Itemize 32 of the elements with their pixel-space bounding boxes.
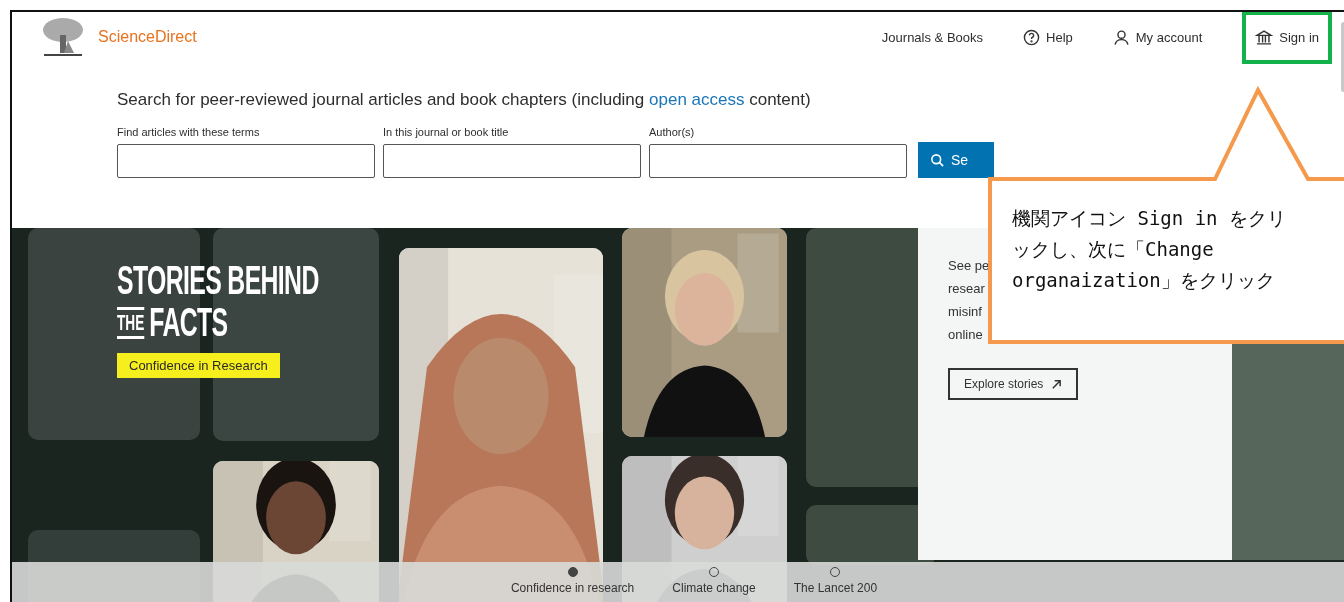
card-text: resear [948, 280, 985, 298]
arrow-icon [1051, 378, 1063, 390]
field-label: Find articles with these terms [117, 126, 261, 138]
carousel-tab[interactable]: Confidence in research [502, 562, 643, 602]
help-icon [1023, 28, 1040, 46]
callout-text: 機関アイコン Sign in をクリ ックし、次に「Change organaization」をクリック [1012, 206, 1286, 293]
nav-link[interactable]: Help [1023, 28, 1073, 46]
search-field[interactable] [117, 144, 375, 178]
nav-link[interactable]: Journals & Books [881, 29, 983, 45]
search-field[interactable] [649, 144, 907, 178]
carousel-tab[interactable]: Climate change [664, 562, 764, 602]
institution-icon [1255, 28, 1274, 46]
user-icon [1112, 28, 1130, 46]
hero-title: STORIES BEHIND [117, 258, 319, 303]
search-field[interactable] [383, 144, 641, 178]
card-text: online [948, 326, 983, 344]
search-icon [930, 152, 945, 168]
hero-title: THE [117, 307, 145, 339]
hero-title: FACTS [149, 302, 228, 342]
explore-button[interactable]: Explore stories [948, 368, 1079, 400]
nav-link[interactable]: Sign in [1242, 12, 1332, 64]
search-button[interactable]: Se [918, 142, 994, 178]
field-label: Author(s) [649, 126, 696, 138]
open-access-link[interactable]: open access [649, 90, 745, 109]
tree-logo-icon [40, 17, 86, 57]
nav-link[interactable]: My account [1112, 28, 1203, 46]
card-text: See pe [948, 257, 990, 275]
card-text: misinf [948, 303, 982, 321]
field-label: In this journal or book title [383, 126, 510, 138]
hero-tag: Confidence in Research [117, 353, 280, 378]
carousel-tab[interactable]: The Lancet 200 [785, 562, 886, 602]
search-heading: Search for peer-reviewed journal articles and book chapters (including open access content) [117, 90, 812, 110]
